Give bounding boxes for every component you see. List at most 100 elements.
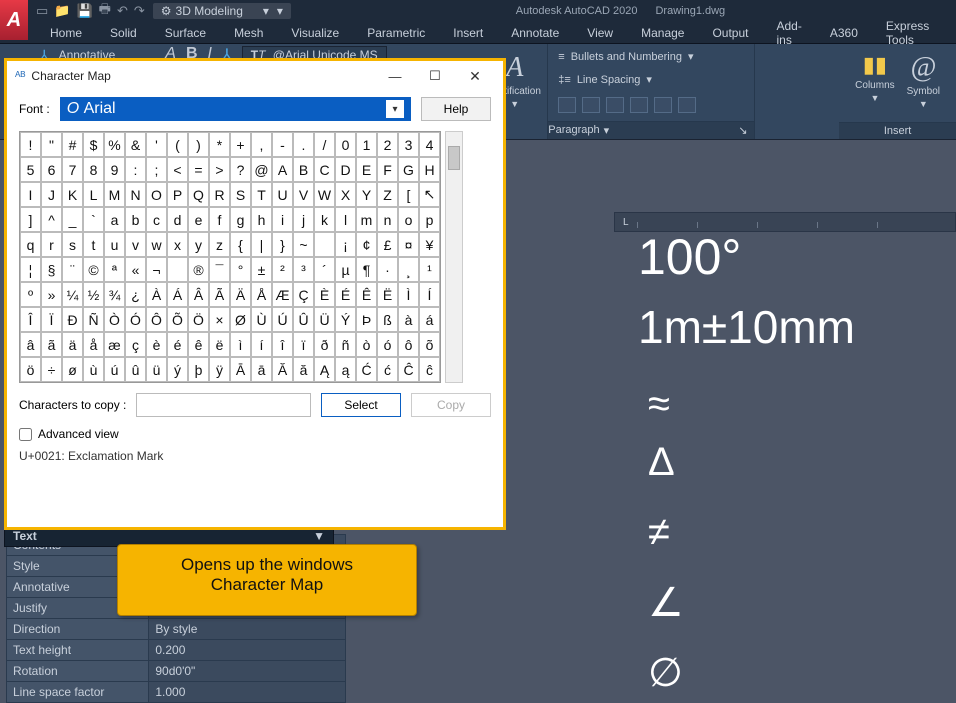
align-distribute-button[interactable] xyxy=(654,97,672,113)
char-cell[interactable]: ć xyxy=(377,357,398,382)
char-cell[interactable]: 2 xyxy=(377,132,398,157)
select-button[interactable]: Select xyxy=(321,393,401,417)
char-cell[interactable]: § xyxy=(41,257,62,282)
menu-tab-solid[interactable]: Solid xyxy=(100,24,147,42)
char-cell[interactable]: Ù xyxy=(251,307,272,332)
char-cell[interactable]: é xyxy=(167,332,188,357)
char-cell[interactable]: ! xyxy=(20,132,41,157)
char-cell[interactable]: f xyxy=(209,207,230,232)
char-cell[interactable]: + xyxy=(230,132,251,157)
char-cell[interactable]: ã xyxy=(41,332,62,357)
char-cell[interactable]: n xyxy=(377,207,398,232)
menu-tab-visualize[interactable]: Visualize xyxy=(281,24,349,42)
char-cell[interactable]: Ă xyxy=(272,357,293,382)
property-value[interactable]: 90d0'0" xyxy=(149,661,346,682)
char-cell[interactable]: ß xyxy=(377,307,398,332)
char-cell[interactable]: S xyxy=(230,182,251,207)
char-cell[interactable]: Ê xyxy=(356,282,377,307)
char-cell[interactable]: Å xyxy=(251,282,272,307)
char-cell[interactable]: ì xyxy=(230,332,251,357)
char-cell[interactable]: @ xyxy=(251,157,272,182)
char-cell[interactable]: î xyxy=(272,332,293,357)
qat-open-icon[interactable]: 📁 xyxy=(54,3,70,19)
char-cell[interactable]: ü xyxy=(146,357,167,382)
char-cell[interactable]: j xyxy=(293,207,314,232)
char-cell[interactable]: r xyxy=(41,232,62,257)
char-cell[interactable]: * xyxy=(209,132,230,157)
drawing-text-tolerance[interactable]: 1m±10mm xyxy=(638,300,855,354)
char-cell[interactable]: # xyxy=(62,132,83,157)
char-cell[interactable]: Z xyxy=(377,182,398,207)
char-cell[interactable]: k xyxy=(314,207,335,232)
char-cell[interactable]: Ć xyxy=(356,357,377,382)
char-cell[interactable]: á xyxy=(419,307,440,332)
char-cell[interactable]: ¨ xyxy=(62,257,83,282)
char-cell[interactable]: ā xyxy=(251,357,272,382)
char-cell[interactable]: ] xyxy=(20,207,41,232)
char-cell[interactable]: | xyxy=(251,232,272,257)
drawing-area[interactable]: L 100° 1m±10mm ≈ Δ ≠ ∠ ∅ xyxy=(508,140,956,702)
char-cell[interactable]: Ð xyxy=(62,307,83,332)
font-dropdown[interactable]: O Arial ▾ xyxy=(60,97,411,121)
char-cell[interactable]: Õ xyxy=(167,307,188,332)
align-left-button[interactable] xyxy=(558,97,576,113)
char-cell[interactable]: 4 xyxy=(419,132,440,157)
scrollbar-thumb[interactable] xyxy=(448,146,460,170)
char-cell[interactable]: o xyxy=(398,207,419,232)
menu-tab-output[interactable]: Output xyxy=(702,24,758,42)
char-cell[interactable]: ñ xyxy=(335,332,356,357)
char-cell[interactable]: Ç xyxy=(293,282,314,307)
char-cell[interactable]: z xyxy=(209,232,230,257)
menu-tab-mesh[interactable]: Mesh xyxy=(224,24,273,42)
char-cell[interactable]: R xyxy=(209,182,230,207)
char-cell[interactable]: J xyxy=(41,182,62,207)
char-cell[interactable]: õ xyxy=(419,332,440,357)
char-cell[interactable]: ý xyxy=(167,357,188,382)
char-cell[interactable]: ´ xyxy=(314,257,335,282)
char-cell[interactable]: x xyxy=(167,232,188,257)
char-cell[interactable]: h xyxy=(251,207,272,232)
char-cell[interactable]: Ë xyxy=(377,282,398,307)
char-cell[interactable]: " xyxy=(41,132,62,157)
char-cell[interactable]: » xyxy=(41,282,62,307)
char-cell[interactable]: Þ xyxy=(356,307,377,332)
char-cell[interactable]: ç xyxy=(125,332,146,357)
char-cell[interactable]: m xyxy=(356,207,377,232)
char-cell[interactable]: ï xyxy=(293,332,314,357)
char-cell[interactable]: M xyxy=(104,182,125,207)
menu-tab-surface[interactable]: Surface xyxy=(155,24,216,42)
char-cell[interactable]: ↖ xyxy=(419,182,440,207)
char-cell[interactable]: e xyxy=(188,207,209,232)
columns-button[interactable]: ▮▮ Columns ▼ xyxy=(849,48,900,113)
char-cell[interactable]: Ö xyxy=(188,307,209,332)
char-cell[interactable]: ' xyxy=(146,132,167,157)
property-row[interactable]: Rotation90d0'0" xyxy=(7,661,346,682)
char-cell[interactable]: [ xyxy=(398,182,419,207)
maximize-button[interactable]: ☐ xyxy=(415,64,455,88)
char-cell[interactable]: ¶ xyxy=(356,257,377,282)
char-cell[interactable]: ¸ xyxy=(398,257,419,282)
char-cell[interactable]: ó xyxy=(377,332,398,357)
char-cell[interactable]: ± xyxy=(251,257,272,282)
char-cell[interactable]: ^ xyxy=(41,207,62,232)
char-cell[interactable]: Ì xyxy=(398,282,419,307)
char-cell[interactable]: ³ xyxy=(293,257,314,282)
char-cell[interactable]: - xyxy=(272,132,293,157)
advanced-view-checkbox[interactable] xyxy=(19,428,32,441)
char-cell[interactable]: I xyxy=(20,182,41,207)
char-cell[interactable]: ~ xyxy=(293,232,314,257)
char-cell[interactable]: _ xyxy=(62,207,83,232)
char-cell[interactable]: × xyxy=(209,307,230,332)
char-cell[interactable]: ? xyxy=(230,157,251,182)
help-button[interactable]: Help xyxy=(421,97,491,121)
char-cell[interactable]: : xyxy=(125,157,146,182)
property-value[interactable]: By style xyxy=(149,619,346,640)
char-cell[interactable]: , xyxy=(251,132,272,157)
char-cell[interactable]: E xyxy=(356,157,377,182)
char-cell[interactable]: N xyxy=(125,182,146,207)
char-cell[interactable]: Ñ xyxy=(83,307,104,332)
char-cell[interactable]: w xyxy=(146,232,167,257)
char-cell[interactable]: ¼ xyxy=(62,282,83,307)
char-cell[interactable]: . xyxy=(293,132,314,157)
char-cell[interactable]: Á xyxy=(167,282,188,307)
